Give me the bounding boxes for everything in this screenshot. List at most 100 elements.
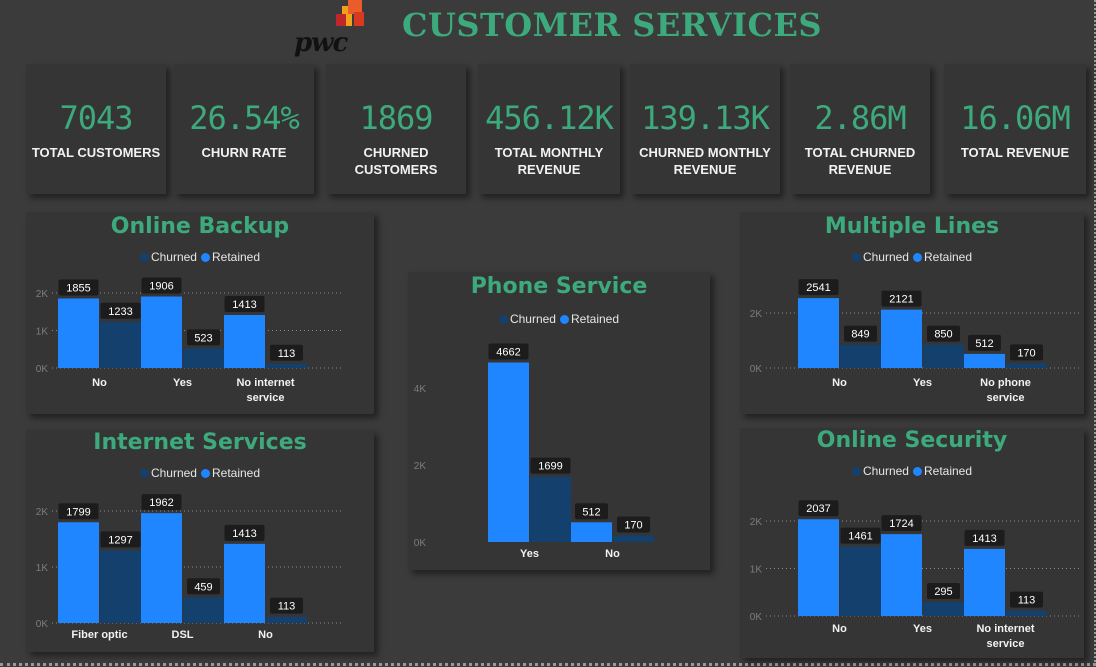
data-label: 170 [1017, 347, 1035, 359]
kpi-card: 7043 TOTAL CUSTOMERS [26, 64, 166, 194]
data-label: 1906 [149, 281, 173, 293]
bar-churned[interactable] [923, 601, 964, 616]
bar-retained[interactable] [881, 534, 922, 616]
kpi-value: 16.06M [960, 99, 1071, 137]
kpi-label: TOTAL REVENUE [960, 145, 1070, 160]
data-label: 512 [582, 506, 600, 518]
bar-retained[interactable] [881, 309, 922, 368]
data-label: 1413 [972, 533, 996, 545]
kpi-value: 26.54% [189, 99, 300, 137]
data-label: 1799 [66, 506, 90, 518]
kpi-label: CHURN RATE [201, 145, 287, 160]
chart-phone-service: Phone Service Churned Retained 0K 2K 4K 4662 16… [408, 272, 710, 570]
bar-churned[interactable] [100, 550, 141, 623]
bar-churned[interactable] [266, 363, 307, 368]
data-label: 1413 [232, 299, 256, 311]
bar-churned[interactable] [100, 321, 141, 368]
kpi-value: 456.12K [485, 99, 614, 137]
x-category-label: No phone service [980, 377, 1031, 404]
bar-retained[interactable] [964, 548, 1005, 616]
y-tick-label: 1K [36, 327, 49, 338]
bar-retained[interactable] [58, 298, 99, 368]
data-label: 1724 [889, 518, 913, 530]
chart-online-security: Online Security Churned Retained 0K 1K 2K 2037… [740, 428, 1084, 658]
bar-churned[interactable] [183, 597, 224, 623]
data-label: 113 [278, 601, 296, 613]
y-tick-label: 0K [750, 364, 763, 375]
kpi-label: TOTAL CUSTOMERS [31, 145, 161, 160]
x-category-label: Yes [173, 377, 192, 389]
kpi-value: 2.86M [814, 99, 906, 137]
bar-retained[interactable] [224, 315, 265, 368]
x-category-label: No internet service [236, 377, 294, 404]
data-label: 4662 [496, 347, 520, 359]
y-tick-label: 2K [750, 309, 763, 320]
chart-plot: 0K 1K 2K 1799 1297 Fiber optic 1962 459 DSL 1413 1… [36, 494, 342, 641]
data-label: 1233 [108, 306, 132, 318]
kpi-value: 1869 [359, 99, 433, 137]
chart-plot: 0K 1K 2K 1855 1233 No 1906 523 Yes 1413 113 No inte… [36, 277, 342, 404]
bar-retained[interactable] [58, 522, 99, 623]
pwc-logo: pwc [292, 0, 372, 60]
data-label: 2121 [889, 294, 913, 306]
kpi-label: TOTAL MONTHLY REVENUE [494, 145, 604, 177]
bar-churned[interactable] [183, 348, 224, 368]
data-label: 849 [851, 329, 869, 341]
kpi-label: CHURNED MONTHLY REVENUE [639, 145, 771, 177]
kpi-label: CHURNED CUSTOMERS [354, 145, 438, 177]
x-category-label-line: service [987, 638, 1025, 650]
bar-churned[interactable] [530, 476, 571, 542]
y-tick-label: 0K [750, 612, 763, 623]
data-label: 1297 [108, 534, 132, 546]
x-category-label: No [92, 377, 107, 389]
bar-churned[interactable] [840, 344, 881, 368]
bar-retained[interactable] [798, 519, 839, 616]
kpi-card: 456.12K TOTAL MONTHLY REVENUE [478, 64, 620, 194]
chart-plot: 0K 2K 2541 849 No 2121 850 Yes 512 170 No phone ser… [750, 279, 1080, 404]
x-category-label: Fiber optic [71, 629, 127, 641]
bar-retained[interactable] [964, 353, 1005, 368]
bar-retained[interactable] [141, 513, 182, 623]
bar-churned[interactable] [266, 616, 307, 623]
data-label: 295 [934, 586, 952, 598]
bar-churned[interactable] [613, 535, 654, 542]
x-category-label-line: service [247, 392, 285, 404]
data-label: 459 [194, 581, 212, 593]
bar-churned[interactable] [840, 546, 881, 616]
y-tick-label: 2K [36, 507, 49, 518]
x-category-label-line: service [987, 392, 1025, 404]
kpi-card: 16.06M TOTAL REVENUE [944, 64, 1086, 194]
x-category-label: No [832, 377, 847, 389]
bar-retained[interactable] [798, 298, 839, 368]
bar-churned[interactable] [1006, 363, 1047, 368]
bar-retained[interactable] [488, 362, 529, 542]
data-label: 512 [975, 338, 993, 350]
y-tick-label: 2K [414, 461, 427, 472]
x-category-label-line: No internet [236, 377, 294, 389]
bar-churned[interactable] [1006, 610, 1047, 616]
kpi-card: 2.86M TOTAL CHURNED REVENUE [790, 64, 930, 194]
x-category-label: DSL [172, 629, 194, 641]
kpi-card: 139.13K CHURNED MONTHLY REVENUE [630, 64, 780, 194]
data-label: 113 [1018, 595, 1036, 607]
x-category-label: No [832, 623, 847, 635]
chart-online-backup: Online Backup Churned Retained 0K 1K 2K 1855 12… [26, 212, 374, 414]
bar-retained[interactable] [141, 296, 182, 368]
data-label: 1413 [232, 528, 256, 540]
y-tick-label: 0K [36, 364, 49, 375]
y-tick-label: 1K [750, 565, 763, 576]
data-label: 1855 [66, 282, 90, 294]
bar-churned[interactable] [923, 344, 964, 368]
kpi-card: 1869 CHURNED CUSTOMERS [326, 64, 466, 194]
x-category-label: No internet service [976, 623, 1034, 650]
bar-retained[interactable] [571, 522, 612, 542]
x-category-label: Yes [913, 377, 932, 389]
y-tick-label: 2K [750, 517, 763, 528]
x-category-label-line: No phone [980, 377, 1031, 389]
y-tick-label: 2K [36, 289, 49, 300]
bar-retained[interactable] [224, 543, 265, 623]
y-tick-label: 0K [414, 538, 427, 549]
data-label: 170 [624, 519, 642, 531]
x-category-label: Yes [520, 548, 539, 560]
x-category-label: No [605, 548, 620, 560]
